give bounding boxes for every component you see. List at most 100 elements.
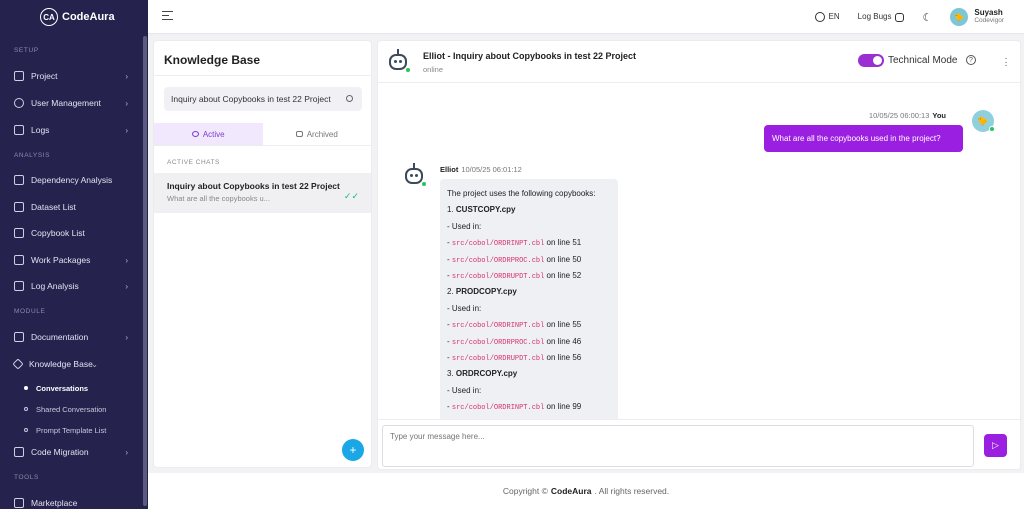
chevron-right-icon: › (125, 125, 128, 135)
footer: Copyright © CodeAura . All rights reserv… (148, 473, 1024, 509)
sidebar-item-marketplace[interactable]: Marketplace (0, 494, 142, 509)
language-selector[interactable]: EN (814, 12, 840, 22)
section-label-analysis: ANALYSIS (14, 152, 51, 159)
online-indicator (989, 126, 995, 132)
chevron-right-icon: › (125, 98, 128, 108)
archive-icon (295, 131, 303, 137)
line-prefix: 3. (447, 369, 456, 379)
message-time: 10/05/25 06:00:13 (868, 111, 930, 120)
panel-title: Knowledge Base (164, 53, 261, 67)
tab-label: Active (202, 129, 225, 139)
line-code: src/cobol/ORDRINPT.cbl (451, 404, 545, 413)
brand[interactable]: CA CodeAura (0, 0, 148, 34)
chevron-right-icon: › (125, 447, 128, 457)
message-composer: ▷ (378, 419, 1020, 469)
sidebar-item-label: User Management (31, 98, 101, 108)
sidebar-item-documentation[interactable]: Documentation › (0, 328, 142, 346)
sidebar-item-copybook-list[interactable]: Copybook List (0, 224, 142, 242)
line-suffix: on line 56 (544, 352, 582, 362)
bug-icon (895, 12, 905, 22)
chat-tabs: Active Archived (154, 123, 371, 145)
help-icon[interactable]: ? (966, 55, 976, 65)
sidebar-subitem-shared-conversation[interactable]: Shared Conversation (0, 402, 142, 416)
sidebar-item-logs[interactable]: Logs › (0, 121, 142, 139)
sidebar-item-label: Work Packages (31, 255, 91, 265)
tab-active[interactable]: Active (154, 123, 263, 145)
sidebar-item-work-packages[interactable]: Work Packages › (0, 251, 142, 269)
chat-panel: Elliot - Inquiry about Copybooks in test… (377, 40, 1021, 470)
chevron-right-icon: › (125, 255, 128, 265)
bullet-icon (24, 428, 28, 432)
line-bold: ORDRCOPY.cpy (455, 369, 518, 379)
message-line: - src/cobol/ORDRUPDT.cbl on line 56 (447, 350, 618, 366)
message-line: 2. PRODCOPY.cpy (447, 284, 618, 300)
message-line: 1. CUSTCOPY.cpy (447, 202, 618, 218)
chat-status: online (423, 65, 444, 74)
user-menu[interactable]: 🐤 Suyash Codevigor (950, 8, 1004, 26)
project-icon (14, 71, 24, 81)
chat-title: Elliot - Inquiry about Copybooks in test… (423, 51, 637, 61)
copybook-icon (14, 228, 24, 238)
line-text: - Used in: (447, 385, 482, 395)
bot-message-meta: Elliot 10/05/25 06:01:12 (440, 165, 522, 174)
sidebar-subitem-conversations[interactable]: Conversations (0, 381, 142, 395)
sidebar-subitem-label: Prompt Template List (36, 425, 107, 435)
section-label-setup: SETUP (14, 47, 39, 54)
more-options-icon[interactable]: · · · (1004, 54, 1008, 71)
technical-mode-toggle[interactable] (858, 54, 884, 67)
list-item[interactable]: Inquiry about Copybooks in test 22 Proje… (154, 173, 371, 213)
online-indicator (421, 181, 427, 187)
sidebar-scrollbar[interactable] (143, 36, 147, 506)
sidebar-item-dataset-list[interactable]: Dataset List (0, 198, 142, 216)
send-button[interactable]: ▷ (984, 434, 1007, 457)
search-icon[interactable] (346, 95, 353, 102)
message-line: - src/cobol/ORDRPROC.cbl on line 46 (447, 334, 618, 350)
line-bold: PRODCOPY.cpy (455, 287, 517, 297)
logs-icon (14, 125, 24, 135)
sidebar-item-dependency-analysis[interactable]: Dependency Analysis (0, 171, 142, 189)
line-code: src/cobol/ORDRUPDT.cbl (451, 354, 545, 363)
knowledge-base-icon (12, 358, 24, 370)
sidebar-subitem-prompt-template-list[interactable]: Prompt Template List (0, 423, 142, 437)
message-author: Elliot (440, 165, 459, 174)
hamburger-menu-icon[interactable] (162, 11, 173, 21)
top-header: EN Log Bugs ☾ 🐤 Suyash Codevigor (148, 0, 1024, 34)
knowledge-base-panel: Knowledge Base Active Archived ACTIVE CH… (153, 40, 372, 468)
active-chats-caption: ACTIVE CHATS (167, 159, 220, 166)
double-check-icon: ✓✓ (343, 191, 359, 201)
sidebar-item-code-migration[interactable]: Code Migration › (0, 443, 142, 461)
line-code: src/cobol/ORDRUPDT.cbl (451, 272, 545, 281)
line-text: - Used in: (447, 221, 482, 231)
log-bugs-button[interactable]: Log Bugs (857, 12, 905, 22)
line-suffix: on line 51 (544, 238, 582, 248)
line-bold: CUSTCOPY.cpy (455, 205, 516, 215)
line-code: src/cobol/ORDRINPT.cbl (451, 322, 545, 331)
message-time: 10/05/25 06:01:12 (461, 165, 522, 174)
new-chat-button[interactable]: + (342, 439, 364, 461)
sidebar-item-project[interactable]: Project › (0, 67, 142, 85)
footer-suffix: . All rights reserved. (594, 486, 670, 496)
message-input[interactable] (382, 425, 974, 467)
language-label: EN (828, 12, 840, 22)
chat-header: Elliot - Inquiry about Copybooks in test… (378, 41, 1020, 83)
log-bugs-label: Log Bugs (857, 12, 892, 22)
chat-search-input[interactable] (164, 87, 362, 111)
online-indicator (405, 67, 411, 73)
sidebar-item-log-analysis[interactable]: Log Analysis › (0, 277, 142, 295)
sidebar-item-knowledge-base[interactable]: Knowledge Base ⌄ (0, 355, 142, 373)
sidebar-subitem-label: Shared Conversation (36, 404, 107, 414)
line-suffix: on line 46 (544, 336, 582, 346)
line-code: src/cobol/ORDRINPT.cbl (451, 240, 545, 249)
sidebar-item-label: Log Analysis (31, 281, 79, 291)
brand-name: CodeAura (62, 11, 115, 23)
user-message-meta: 10/05/25 06:00:13 You (869, 111, 946, 120)
code-migration-icon (14, 447, 24, 457)
dark-mode-toggle-moon-icon[interactable]: ☾ (922, 11, 932, 24)
sidebar-item-user-management[interactable]: User Management › (0, 94, 142, 112)
message-line: 3. ORDRCOPY.cpy (447, 366, 618, 382)
chat-title: Inquiry about Copybooks in test 22 Proje… (167, 181, 340, 191)
line-text: - Used in: (447, 303, 482, 313)
line-text: The project uses the following copybooks… (447, 189, 596, 198)
message-line: - src/cobol/ORDRUPDT.cbl on line 52 (447, 268, 618, 284)
tab-archived[interactable]: Archived (263, 123, 372, 145)
